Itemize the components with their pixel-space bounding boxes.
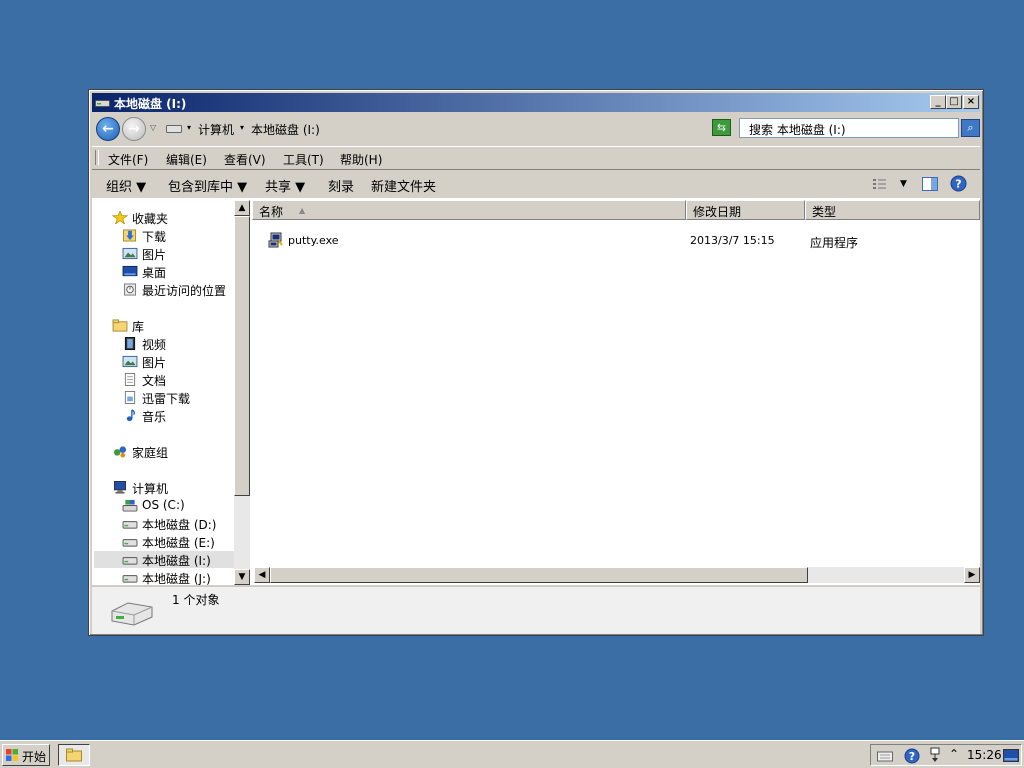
music-icon <box>126 409 136 422</box>
drive-icon <box>122 539 138 547</box>
back-button[interactable]: ← <box>96 117 120 141</box>
refresh-icon: ⇆ <box>716 121 727 134</box>
navigation-pane: 收藏夹 下载 图片 桌面 最近访问的位置 库 视频 图片 文档 迅雷下载 音乐 … <box>92 198 234 585</box>
drive-icon <box>122 575 138 583</box>
back-arrow-icon: ← <box>102 121 114 137</box>
share-button[interactable]: 共享 ▼ <box>265 176 305 195</box>
scroll-left-icon[interactable]: ◀ <box>254 567 270 583</box>
menu-edit[interactable]: 编辑(E) <box>166 151 207 168</box>
keyboard-icon[interactable] <box>877 749 893 762</box>
maximize-button[interactable]: □ <box>946 95 962 109</box>
document-icon <box>124 373 136 386</box>
menu-view[interactable]: 查看(V) <box>224 151 266 168</box>
desktop-icon <box>122 265 138 277</box>
drive-icon <box>122 557 138 565</box>
menu-tools[interactable]: 工具(T) <box>283 151 324 168</box>
svg-text:?: ? <box>909 750 915 763</box>
search-input[interactable]: 搜索 本地磁盘 (I:) <box>739 118 959 138</box>
sort-ascending-icon: ▲ <box>299 206 306 215</box>
file-name: putty.exe <box>288 234 339 247</box>
preview-pane-icon[interactable] <box>922 177 938 191</box>
chevron-icon[interactable]: ▾ <box>187 123 191 132</box>
horizontal-scrollbar[interactable]: ◀ ▶ <box>254 567 980 583</box>
file-list: 名称 ▲ 修改日期 类型 putty.exe 2013/3/7 15:15 应用… <box>252 198 980 585</box>
svg-text:?: ? <box>955 178 961 191</box>
menu-file[interactable]: 文件(F) <box>108 151 148 168</box>
burn-button[interactable]: 刻录 <box>328 176 354 195</box>
organize-button[interactable]: 组织 ▼ <box>106 176 146 195</box>
drive-icon <box>122 521 138 529</box>
star-icon <box>112 211 128 224</box>
library-icon <box>112 319 128 332</box>
search-button[interactable]: ⌕ <box>961 119 980 137</box>
network-icon[interactable] <box>930 747 940 764</box>
minimize-button[interactable]: _ <box>930 95 946 109</box>
scroll-thumb[interactable] <box>270 567 808 583</box>
forward-arrow-icon: → <box>128 121 140 137</box>
drive-icon <box>166 125 182 133</box>
include-in-library-button[interactable]: 包含到库中 ▼ <box>168 176 247 195</box>
help-icon[interactable]: ? <box>904 748 920 764</box>
explorer-window: 本地磁盘 (I:) _ □ × ← → ▽ ▾ 计算机 ▾ 本地磁盘 (I:) … <box>88 89 984 636</box>
forward-button[interactable]: → <box>122 117 146 141</box>
nav-vertical-scrollbar[interactable]: ▲ ▼ <box>234 200 250 585</box>
scroll-thumb[interactable] <box>234 216 250 496</box>
start-button[interactable]: 开始 <box>2 744 50 766</box>
system-tray: ? ⌃ 15:26 <box>870 744 1022 766</box>
view-options-icon[interactable] <box>872 178 888 190</box>
recent-places-icon <box>123 283 137 296</box>
window-title: 本地磁盘 (I:) <box>114 97 187 111</box>
document-icon <box>124 391 136 404</box>
refresh-button[interactable]: ⇆ <box>712 119 731 136</box>
new-folder-button[interactable]: 新建文件夹 <box>371 176 436 195</box>
column-header-modified[interactable]: 修改日期 <box>686 200 805 220</box>
show-hidden-icons-icon[interactable]: ⌃ <box>949 747 959 761</box>
breadcrumb-current[interactable]: 本地磁盘 (I:) <box>251 121 320 138</box>
pictures-icon <box>122 355 138 368</box>
start-label: 开始 <box>22 750 47 764</box>
homegroup-icon <box>113 446 127 458</box>
video-icon <box>124 337 136 350</box>
breadcrumb-computer[interactable]: 计算机 <box>198 121 234 138</box>
windows-logo-icon <box>6 749 18 761</box>
details-pane: 1 个对象 <box>92 586 980 634</box>
clock: 15:26 <box>967 748 1002 762</box>
taskbar: 开始 ? ⌃ 15:26 <box>0 740 1024 768</box>
scroll-up-icon[interactable]: ▲ <box>234 200 250 216</box>
file-modified: 2013/3/7 15:15 <box>690 234 775 247</box>
command-bar: 组织 ▼ 包含到库中 ▼ 共享 ▼ 刻录 新建文件夹 ▼ ? <box>92 170 980 197</box>
recent-pages-dropdown-icon[interactable]: ▽ <box>150 123 156 132</box>
show-desktop-icon[interactable] <box>1003 749 1019 762</box>
column-header-name[interactable]: 名称 ▲ <box>252 200 686 220</box>
search-placeholder: 搜索 本地磁盘 (I:) <box>749 123 846 137</box>
scroll-right-icon[interactable]: ▶ <box>964 567 980 583</box>
taskbar-explorer-button[interactable] <box>58 744 90 766</box>
breadcrumb[interactable]: ▾ 计算机 ▾ 本地磁盘 (I:) ▼ <box>162 118 772 138</box>
title-bar[interactable]: 本地磁盘 (I:) _ □ × <box>92 93 980 112</box>
column-header-type[interactable]: 类型 <box>805 200 980 220</box>
scroll-down-icon[interactable]: ▼ <box>234 569 250 585</box>
putty-app-icon <box>268 232 283 248</box>
folder-icon <box>66 748 82 762</box>
menu-grip <box>95 150 99 165</box>
help-icon[interactable]: ? <box>950 175 967 192</box>
search-icon: ⌕ <box>967 121 974 134</box>
close-button[interactable]: × <box>963 95 979 109</box>
nav-item-drive-i[interactable]: 本地磁盘 (I:) <box>94 551 234 568</box>
pictures-icon <box>122 247 138 260</box>
address-bar: ← → ▽ ▾ 计算机 ▾ 本地磁盘 (I:) ▼ ⇆ 搜索 本地磁盘 (I:)… <box>92 115 980 141</box>
drive-icon <box>111 602 153 626</box>
file-type: 应用程序 <box>810 236 859 250</box>
view-dropdown-icon[interactable]: ▼ <box>900 179 907 189</box>
menu-help[interactable]: 帮助(H) <box>340 151 382 168</box>
menu-bar: 文件(F) 编辑(E) 查看(V) 工具(T) 帮助(H) <box>92 146 980 170</box>
content-area: 收藏夹 下载 图片 桌面 最近访问的位置 库 视频 图片 文档 迅雷下载 音乐 … <box>92 198 980 585</box>
computer-icon <box>113 481 127 494</box>
item-count: 1 个对象 <box>172 593 220 607</box>
table-row[interactable]: putty.exe 2013/3/7 15:15 应用程序 <box>252 232 980 250</box>
chevron-icon[interactable]: ▾ <box>240 123 244 132</box>
drive-icon <box>95 100 110 107</box>
system-drive-icon <box>122 499 138 512</box>
download-folder-icon <box>123 229 137 242</box>
